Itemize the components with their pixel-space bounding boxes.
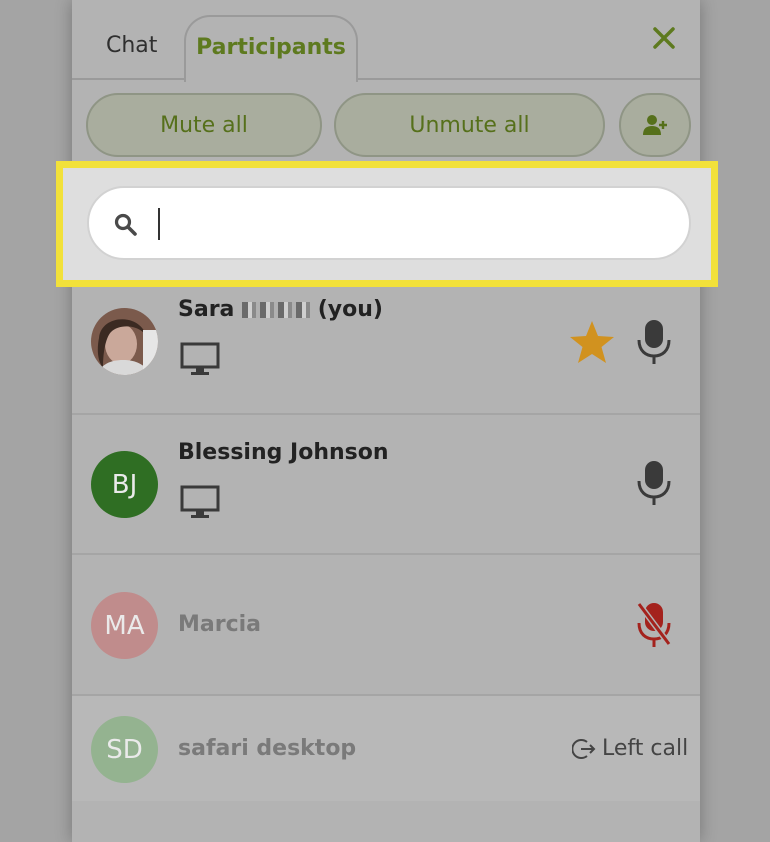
participant-row[interactable]: Sara (you) [72,287,700,413]
microphone-muted-icon[interactable] [636,601,672,649]
add-person-icon [643,115,667,135]
microphone-icon[interactable] [636,459,672,507]
add-participant-button[interactable] [619,93,691,157]
left-call-icon [572,738,596,759]
panel-footer-space [72,801,700,842]
participants-panel: Chat Participants Mute all Unmute all Sa… [56,0,718,842]
participant-row[interactable]: MA Marcia [72,553,700,694]
tab-bar: Chat Participants [72,0,700,82]
left-call-status: Left call [572,736,688,761]
avatar: MA [91,592,158,659]
tab-participants[interactable]: Participants [184,15,358,82]
participant-name: Sara (you) [178,297,383,322]
avatar: SD [91,716,158,783]
monitor-icon [180,342,220,375]
search-icon [114,213,137,236]
tab-chat[interactable]: Chat [106,33,157,58]
participant-name: safari desktop [178,736,357,761]
participant-row[interactable]: BJ Blessing Johnson [72,413,700,553]
unmute-all-button[interactable]: Unmute all [334,93,605,157]
participant-row[interactable]: SD safari desktop Left call [72,694,700,801]
avatar: BJ [91,451,158,518]
mute-all-button[interactable]: Mute all [86,93,322,157]
participant-name: Marcia [178,612,262,637]
search-input[interactable] [87,186,691,260]
avatar [91,308,158,375]
redacted-surname [242,302,311,318]
participant-name: Blessing Johnson [178,440,389,465]
text-caret [158,208,160,240]
microphone-icon[interactable] [636,318,672,366]
monitor-icon [180,485,220,518]
close-icon[interactable] [650,24,678,52]
star-icon [570,321,614,363]
